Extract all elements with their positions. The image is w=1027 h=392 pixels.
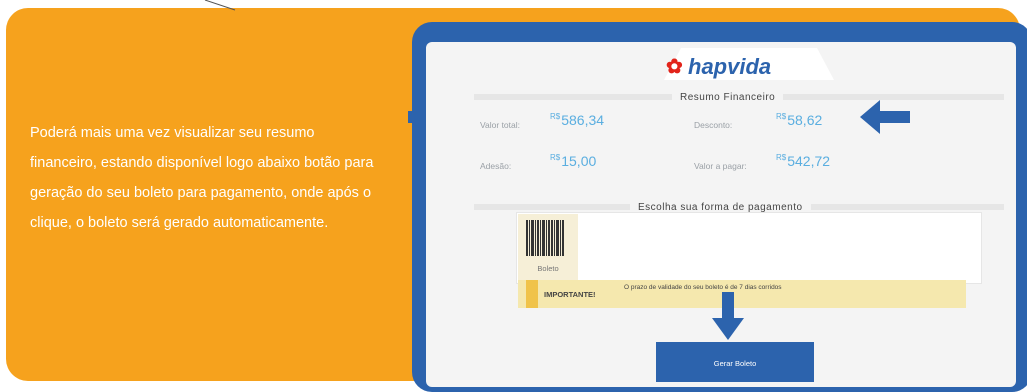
discount-value: R$58,62 bbox=[776, 112, 823, 128]
notice-text: O prazo de validade do seu boleto é de 7… bbox=[624, 284, 782, 291]
arrow-left-icon bbox=[860, 100, 910, 134]
total-label: Valor total: bbox=[480, 120, 521, 130]
amount-due-value: R$542,72 bbox=[776, 153, 831, 169]
total-value: R$586,34 bbox=[550, 112, 605, 128]
payment-options bbox=[516, 212, 982, 284]
generate-boleto-button[interactable]: Gerar Boleto bbox=[656, 342, 814, 382]
adhesion-value: R$15,00 bbox=[550, 153, 597, 169]
adhesion-label: Adesão: bbox=[480, 161, 512, 171]
boleto-option[interactable]: Boleto bbox=[518, 214, 578, 280]
barcode-icon bbox=[526, 220, 570, 256]
hapvida-logo-icon: ✿ bbox=[666, 56, 683, 78]
notice-title: IMPORTANTE! bbox=[544, 290, 596, 299]
hapvida-logo: hapvida bbox=[688, 54, 772, 79]
arrow-down-icon bbox=[712, 292, 744, 340]
discount-label: Desconto: bbox=[694, 120, 733, 130]
notice-accent bbox=[526, 280, 538, 308]
summary-title: Resumo Financeiro bbox=[672, 92, 784, 103]
instruction-text: Poderá mais uma vez visualizar seu resum… bbox=[30, 125, 374, 231]
boleto-label: Boleto bbox=[537, 264, 559, 273]
amount-due-label: Valor a pagar: bbox=[694, 161, 747, 171]
